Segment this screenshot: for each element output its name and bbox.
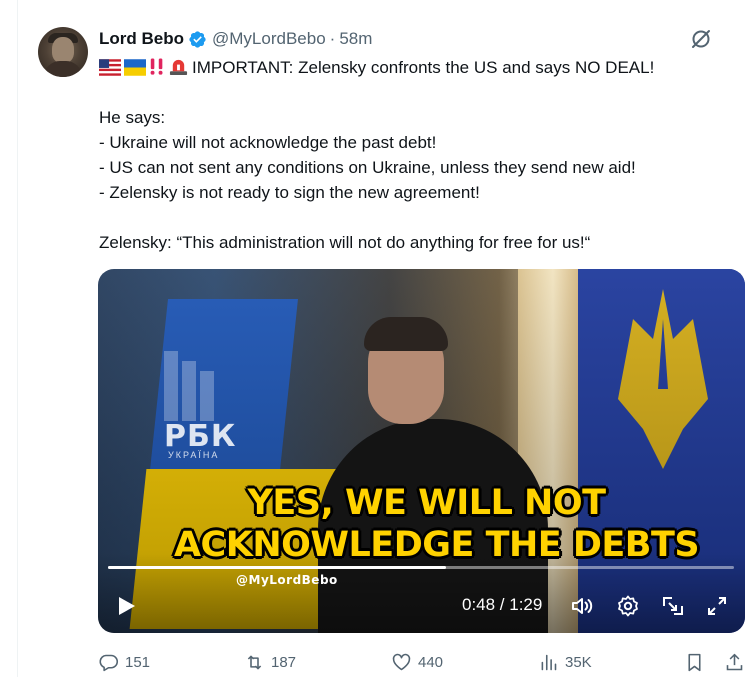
views-icon (541, 654, 557, 670)
video-progress-fill (108, 566, 447, 569)
share-button[interactable] (724, 650, 746, 674)
reply-count: 151 (125, 653, 151, 671)
video-watermark: @MyLordBebo (236, 573, 338, 587)
tweet-header: Lord Bebo @MyLordBebo · 58m (99, 28, 372, 50)
bookmark-icon (688, 653, 701, 671)
video-caption-line-1: YES, WE WILL NOT (247, 483, 606, 523)
timeline-left-border (17, 0, 18, 677)
tweet-text: IMPORTANT: Zelensky confronts the US and… (99, 55, 739, 255)
display-name[interactable]: Lord Bebo (99, 29, 184, 49)
avatar-face (52, 37, 74, 63)
video-time-readout: 0:48 / 1:29 (462, 595, 543, 614)
separator-dot: · (329, 29, 336, 48)
tweet-line-2: He says: (99, 108, 166, 127)
heart-icon (392, 653, 411, 670)
ukraine-flag-icon (124, 58, 146, 83)
verified-badge-icon[interactable] (188, 30, 207, 49)
picture-in-picture-icon[interactable] (661, 594, 685, 618)
tweet-line-1-text: IMPORTANT: Zelensky confronts the US and… (192, 58, 655, 77)
repost-count: 187 (271, 653, 297, 671)
fullscreen-icon[interactable] (705, 594, 729, 618)
like-count: 440 (418, 653, 444, 671)
tweet-line-4: - US can not sent any conditions on Ukra… (99, 158, 636, 177)
controls-gradient (98, 553, 745, 633)
tweet-line-6: Zelensky: “This administration will not … (99, 233, 591, 252)
channel-logo-subtext: УКРАЇНА (168, 450, 220, 460)
bookmark-button[interactable] (684, 650, 711, 674)
channel-logo-text: РБК (164, 419, 237, 454)
share-icon (726, 653, 743, 670)
tweet-line-5: - Zelensky is not ready to sign the new … (99, 183, 480, 202)
double-exclamation-icon (149, 57, 165, 83)
avatar-body (44, 61, 82, 77)
video-progress-bar[interactable] (108, 566, 734, 569)
settings-icon[interactable] (616, 594, 640, 618)
reply-button[interactable]: 151 (98, 650, 150, 674)
grok-icon[interactable] (689, 27, 713, 51)
rotating-light-icon (168, 57, 189, 83)
tweet-line-3: - Ukraine will not acknowledge the past … (99, 133, 437, 152)
avatar[interactable] (38, 27, 88, 77)
tweet-actions-bar: 151 187 440 35K (98, 650, 746, 674)
views-count: 35K (565, 653, 592, 671)
user-handle[interactable]: @MyLordBebo (212, 29, 326, 49)
tweet-line-1: IMPORTANT: Zelensky confronts the US and… (99, 55, 739, 80)
tweet-timestamp[interactable]: 58m (339, 29, 372, 49)
views-button[interactable]: 35K (538, 650, 592, 674)
like-button[interactable]: 440 (391, 650, 443, 674)
play-icon[interactable] (118, 596, 136, 616)
volume-icon[interactable] (570, 594, 594, 618)
speaker-hair (364, 317, 448, 351)
us-flag-icon (99, 58, 121, 83)
video-player[interactable]: РБК УКРАЇНА YES, WE WILL NOT ACKNOWLEDGE… (98, 269, 745, 633)
reply-icon (99, 654, 119, 671)
repost-icon (247, 655, 262, 669)
repost-button[interactable]: 187 (244, 650, 296, 674)
